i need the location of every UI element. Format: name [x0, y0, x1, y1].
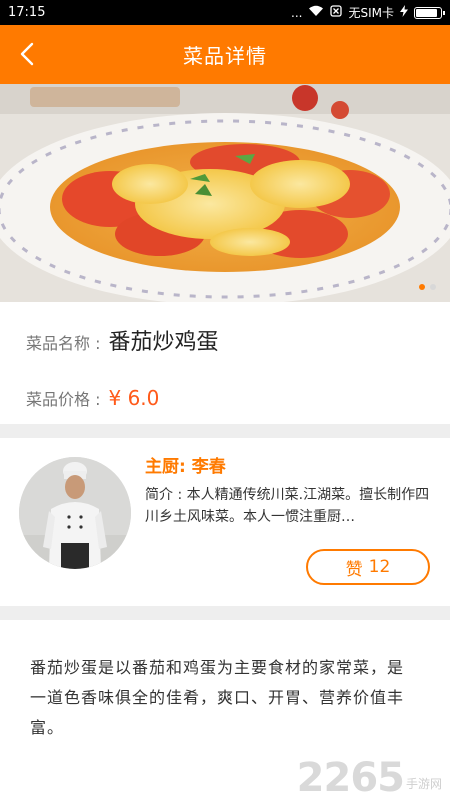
chef-name: 主厨: 李春 [145, 452, 226, 477]
dish-price: ¥ 6.0 [108, 386, 159, 410]
dish-image-carousel[interactable] [0, 84, 450, 302]
dish-price-row: 菜品价格 : ¥ 6.0 [26, 364, 424, 424]
chevron-left-icon [18, 41, 36, 67]
back-button[interactable] [10, 37, 44, 71]
dish-description: 番茄炒蛋是以番茄和鸡蛋为主要食材的家常菜，是一道色香味俱全的佳肴，爽口、开胃、营… [0, 620, 450, 743]
dish-name-label: 菜品名称 : [26, 330, 100, 354]
chef-intro: 简介 : 本人精通传统川菜.江湖菜。擅长制作四川乡土风味菜。本人一惯注重厨… [145, 484, 437, 528]
no-sim-icon [330, 5, 342, 20]
page-title: 菜品详情 [183, 40, 267, 69]
dish-price-label: 菜品价格 : [26, 386, 100, 410]
dish-info: 菜品名称 : 番茄炒鸡蛋 菜品价格 : ¥ 6.0 [0, 302, 450, 424]
status-bar: 17:15 ... 无SIM卡 [0, 0, 450, 25]
carousel-indicator [419, 284, 436, 290]
status-icons: ... 无SIM卡 [291, 4, 442, 21]
carousel-dot[interactable] [430, 284, 436, 290]
sim-status-text: 无SIM卡 [348, 4, 394, 21]
battery-icon [414, 7, 442, 19]
like-button[interactable]: 赞 12 [306, 549, 430, 585]
like-label: 赞 [346, 555, 363, 580]
chef-card: 主厨: 李春 简介 : 本人精通传统川菜.江湖菜。擅长制作四川乡土风味菜。本人一… [0, 438, 450, 606]
site-watermark: 2265 手游网 [297, 758, 442, 798]
dish-photo [0, 84, 450, 302]
watermark-text: 手游网 [406, 775, 442, 792]
app-header: 菜品详情 [0, 25, 450, 84]
watermark-logo: 2265 [297, 758, 404, 798]
more-dots-icon: ... [291, 6, 302, 20]
wifi-icon [308, 5, 324, 20]
section-divider [0, 606, 450, 620]
charging-icon [400, 5, 408, 20]
chef-photo [19, 457, 131, 569]
dish-name-row: 菜品名称 : 番茄炒鸡蛋 [26, 324, 424, 364]
dish-name: 番茄炒鸡蛋 [108, 324, 218, 356]
like-count: 12 [369, 557, 391, 577]
carousel-dot-active[interactable] [419, 284, 425, 290]
status-time: 17:15 [8, 5, 45, 20]
chef-avatar[interactable] [19, 457, 131, 569]
section-divider [0, 424, 450, 438]
